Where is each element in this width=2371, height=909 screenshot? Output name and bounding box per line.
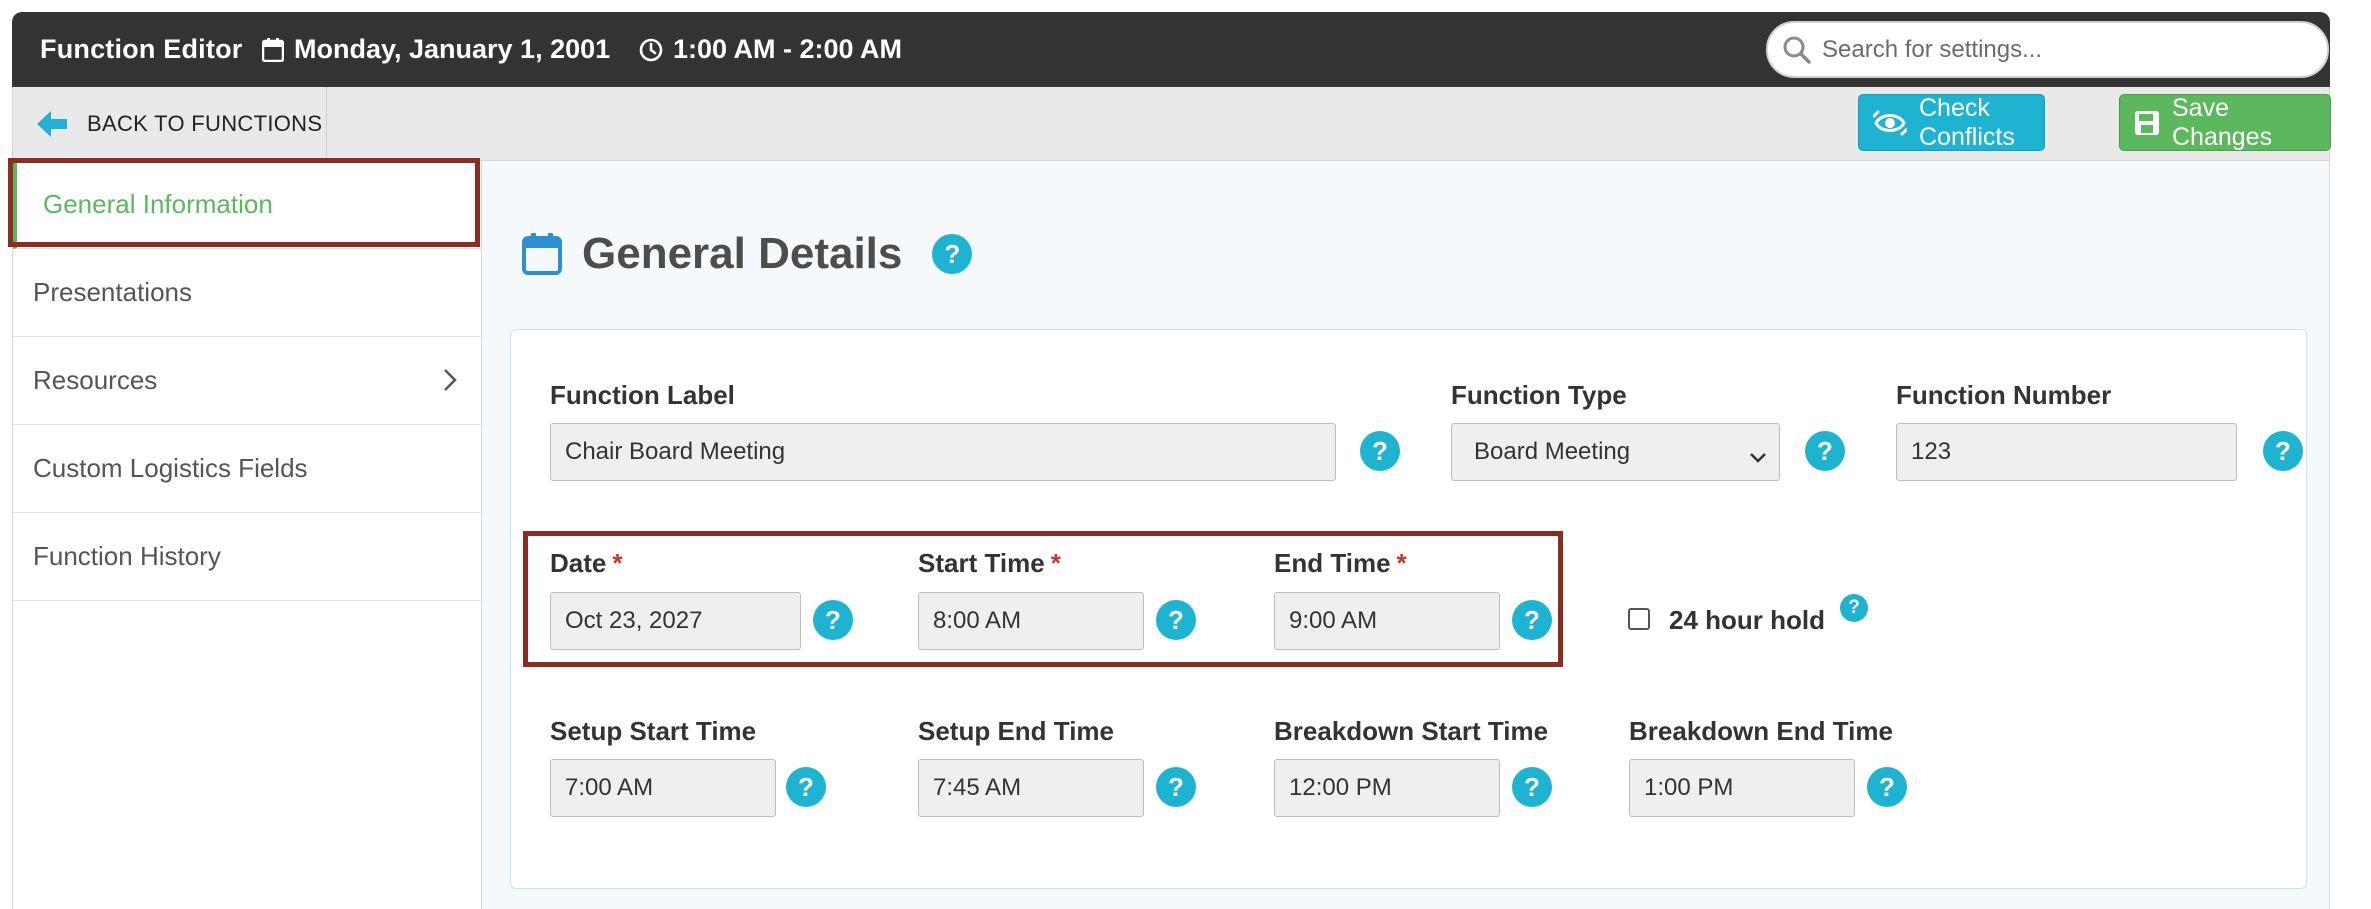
back-to-functions-label: BACK TO FUNCTIONS — [87, 111, 323, 136]
breakdown-end-input[interactable] — [1629, 759, 1855, 817]
breakdown-end-help-icon[interactable]: ? — [1867, 767, 1907, 807]
sidebar-item-general-information[interactable]: General Information — [13, 161, 482, 249]
required-marker: * — [612, 548, 623, 578]
clock-icon — [639, 38, 663, 62]
hold-24-checkbox[interactable] — [1628, 608, 1650, 630]
function-type-value: Board Meeting — [1474, 438, 1631, 465]
date-input[interactable] — [550, 592, 801, 650]
function-number-help-icon[interactable]: ? — [2263, 431, 2303, 471]
sidebar-item-resources[interactable]: Resources — [13, 337, 482, 425]
action-bar: BACK TO FUNCTIONS Check Conflicts Save C… — [12, 87, 2331, 161]
sidebar-item-label: General Information — [43, 189, 273, 219]
start-time-help-icon[interactable]: ? — [1156, 600, 1196, 640]
header-time: 1:00 AM - 2:00 AM — [639, 34, 902, 65]
function-label-input[interactable] — [550, 423, 1336, 481]
setup-end-input[interactable] — [918, 759, 1144, 817]
hold-24-help-icon[interactable]: ? — [1840, 594, 1868, 622]
date-label: Date * — [550, 548, 622, 579]
section-help-button[interactable]: ? — [932, 234, 973, 274]
end-time-input[interactable] — [1274, 592, 1500, 650]
end-time-label-text: End Time — [1274, 548, 1391, 578]
function-label-help-icon[interactable]: ? — [1360, 431, 1400, 471]
hold-24-label: 24 hour hold — [1669, 605, 1825, 635]
sidebar-item-presentations[interactable]: Presentations — [13, 249, 482, 337]
start-time-label: Start Time * — [918, 548, 1061, 579]
function-type-select[interactable]: Board Meeting — [1451, 423, 1780, 481]
breakdown-start-label: Breakdown Start Time — [1274, 716, 1549, 746]
setup-start-input[interactable] — [550, 759, 776, 817]
date-label-text: Date — [550, 548, 607, 578]
function-type-label: Function Type — [1451, 380, 1627, 410]
sidebar-item-label: Resources — [33, 365, 158, 395]
header-date: Monday, January 1, 2001 — [262, 34, 610, 65]
sidebar-item-label: Custom Logistics Fields — [33, 453, 308, 483]
required-marker: * — [1050, 548, 1061, 578]
function-number-input[interactable] — [1896, 423, 2237, 481]
check-conflicts-label: Check Conflicts — [1919, 93, 2015, 151]
chevron-down-icon — [1749, 444, 1767, 472]
header-time-text: 1:00 AM - 2:00 AM — [673, 34, 903, 64]
chevron-right-icon — [442, 367, 458, 400]
setup-end-label: Setup End Time — [918, 716, 1114, 746]
main-content: General Details ? Function Label ? Funct… — [482, 161, 2330, 909]
function-editor-app: Function Editor Monday, January 1, 2001 … — [0, 0, 2371, 909]
start-time-label-text: Start Time — [918, 548, 1045, 578]
sidebar-nav: General Information Presentations Resour… — [12, 161, 482, 909]
general-details-card: Function Label ? Function Type Board Mee… — [510, 329, 2307, 889]
function-label-label: Function Label — [550, 380, 735, 410]
app-title: Function Editor — [40, 34, 243, 64]
sidebar-item-label: Function History — [33, 541, 221, 571]
eye-sync-icon — [1873, 108, 1907, 138]
sidebar-item-function-history[interactable]: Function History — [13, 513, 482, 601]
breakdown-start-input[interactable] — [1274, 759, 1500, 817]
calendar-icon — [262, 37, 284, 62]
search-input[interactable] — [1820, 31, 2310, 69]
section-title: General Details ? — [522, 229, 973, 279]
function-type-help-icon[interactable]: ? — [1805, 431, 1845, 471]
function-number-label: Function Number — [1896, 380, 2112, 410]
sidebar-item-custom-logistics-fields[interactable]: Custom Logistics Fields — [13, 425, 482, 513]
start-time-input[interactable] — [918, 592, 1144, 650]
section-title-text: General Details — [582, 229, 903, 278]
top-bar: Function Editor Monday, January 1, 2001 … — [12, 12, 2330, 87]
check-conflicts-button[interactable]: Check Conflicts — [1858, 94, 2045, 151]
end-time-help-icon[interactable]: ? — [1512, 600, 1552, 640]
setup-start-label: Setup Start Time — [550, 716, 757, 746]
save-changes-label: Save Changes — [2172, 93, 2273, 151]
required-marker: * — [1396, 548, 1407, 578]
setup-end-help-icon[interactable]: ? — [1156, 767, 1196, 807]
end-time-label: End Time * — [1274, 548, 1407, 579]
sidebar-item-label: Presentations — [33, 277, 192, 307]
arrow-left-icon — [37, 109, 67, 139]
save-changes-button[interactable]: Save Changes — [2119, 94, 2331, 151]
header-date-text: Monday, January 1, 2001 — [294, 34, 611, 64]
breakdown-start-help-icon[interactable]: ? — [1512, 767, 1552, 807]
calendar-icon — [522, 233, 562, 275]
search-icon — [1782, 35, 1812, 70]
breakdown-end-label: Breakdown End Time — [1629, 716, 1893, 746]
help-icon: ? — [932, 234, 973, 274]
settings-search[interactable] — [1766, 21, 2329, 78]
date-help-icon[interactable]: ? — [813, 600, 853, 640]
setup-start-help-icon[interactable]: ? — [786, 767, 826, 807]
back-to-functions-button[interactable]: BACK TO FUNCTIONS — [13, 87, 327, 161]
floppy-disk-icon — [2134, 110, 2160, 136]
